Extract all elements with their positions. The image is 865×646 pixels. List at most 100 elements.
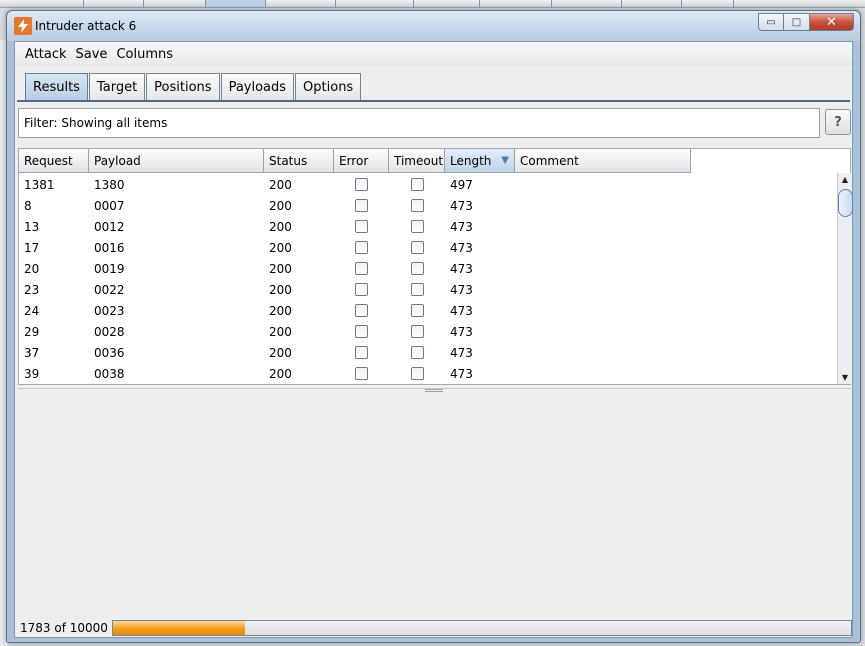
- cell-comment: [515, 174, 691, 195]
- cell-payload: 0036: [94, 345, 125, 360]
- tab-positions[interactable]: Positions: [146, 73, 220, 100]
- scroll-up-arrow-icon[interactable]: ▲: [838, 173, 852, 186]
- column-label: Payload: [94, 153, 141, 168]
- attack-progress-bar: [112, 620, 852, 636]
- cell-error: [334, 321, 389, 342]
- table-row[interactable]: 23 0022 200 473: [19, 279, 691, 300]
- cell-error: [334, 237, 389, 258]
- cell-payload: 0023: [94, 303, 125, 318]
- error-checkbox[interactable]: [355, 304, 368, 317]
- maximize-icon: □: [791, 16, 802, 28]
- scrollbar-thumb[interactable]: [838, 189, 853, 217]
- minimize-button[interactable]: ▭: [758, 13, 784, 31]
- timeout-checkbox[interactable]: [410, 220, 424, 233]
- column-header-request[interactable]: Request: [19, 149, 89, 173]
- table-row[interactable]: 37 0036 200 473: [19, 342, 691, 363]
- timeout-checkbox[interactable]: [410, 199, 424, 212]
- table-row[interactable]: 8 0007 200 473: [19, 195, 691, 216]
- vertical-scrollbar[interactable]: ▲ ▼: [837, 173, 853, 384]
- table-row[interactable]: 39 0038 200 473: [19, 363, 691, 384]
- tab-results[interactable]: Results: [25, 73, 88, 100]
- timeout-checkbox[interactable]: [410, 178, 424, 191]
- cell-timeout: [389, 174, 445, 195]
- cell-error: [334, 174, 389, 195]
- tab-label: Results: [33, 79, 80, 95]
- filter-bar[interactable]: Filter: Showing all items: [18, 108, 820, 138]
- error-checkbox[interactable]: [355, 367, 368, 380]
- progress-fill: [113, 621, 245, 635]
- background-tab: [414, 0, 480, 7]
- cell-request: 29: [24, 324, 40, 339]
- cell-comment: [515, 237, 691, 258]
- timeout-checkbox[interactable]: [410, 241, 424, 254]
- cell-timeout: [389, 279, 445, 300]
- cell-request: 24: [24, 303, 40, 318]
- column-header-payload[interactable]: Payload: [89, 149, 264, 173]
- timeout-checkbox[interactable]: [410, 304, 424, 317]
- error-checkbox[interactable]: [355, 346, 368, 359]
- table-row[interactable]: 20 0019 200 473: [19, 258, 691, 279]
- timeout-checkbox[interactable]: [410, 283, 424, 296]
- cell-request: 1381: [24, 177, 55, 192]
- column-header-length[interactable]: Length ▼: [445, 149, 515, 173]
- title-bar[interactable]: Intruder attack 6 ▭ □ ✕: [7, 11, 860, 41]
- tab-payloads[interactable]: Payloads: [220, 73, 295, 100]
- burp-lightning-icon: [14, 17, 32, 35]
- error-checkbox[interactable]: [355, 199, 368, 212]
- error-checkbox[interactable]: [355, 241, 368, 254]
- background-tab: [144, 0, 206, 7]
- help-button[interactable]: ?: [825, 109, 851, 135]
- timeout-checkbox[interactable]: [410, 262, 424, 275]
- table-row[interactable]: 24 0023 200 473: [19, 300, 691, 321]
- request-count: 1783 of 10000: [20, 621, 108, 635]
- table-row[interactable]: 1381 1380 200 497: [19, 174, 691, 195]
- maximize-button[interactable]: □: [784, 13, 810, 31]
- cell-length: 473: [450, 240, 473, 255]
- table-row[interactable]: 29 0028 200 473: [19, 321, 691, 342]
- cell-length: 473: [450, 219, 473, 234]
- column-header-error[interactable]: Error: [334, 149, 389, 173]
- timeout-checkbox[interactable]: [410, 346, 424, 359]
- cell-payload: 0019: [94, 261, 125, 276]
- background-tab: [622, 0, 682, 7]
- column-label: Request: [24, 153, 73, 168]
- timeout-checkbox[interactable]: [410, 367, 424, 380]
- column-header-status[interactable]: Status: [264, 149, 334, 173]
- filter-text: Filter: Showing all items: [24, 116, 168, 130]
- column-header-timeout[interactable]: Timeout: [389, 149, 445, 173]
- cell-timeout: [389, 342, 445, 363]
- pane-splitter[interactable]: [18, 388, 851, 393]
- table-header: Request Payload Status Error Timeout Len…: [19, 149, 691, 173]
- cell-length: 473: [450, 345, 473, 360]
- cell-status: 200: [269, 177, 292, 192]
- tab-target[interactable]: Target: [88, 73, 146, 100]
- tab-options[interactable]: Options: [295, 73, 362, 100]
- cell-status: 200: [269, 366, 292, 381]
- menu-save[interactable]: Save: [76, 47, 108, 62]
- cell-status: 200: [269, 345, 292, 360]
- error-checkbox[interactable]: [355, 283, 368, 296]
- menu-columns[interactable]: Columns: [116, 47, 173, 62]
- cell-length: 473: [450, 303, 473, 318]
- cell-timeout: [389, 300, 445, 321]
- menu-attack[interactable]: Attack: [25, 47, 67, 62]
- cell-status: 200: [269, 282, 292, 297]
- column-label: Status: [269, 153, 308, 168]
- cell-status: 200: [269, 240, 292, 255]
- timeout-checkbox[interactable]: [410, 325, 424, 338]
- window-client-area: Attack Save Columns Results Target Posit…: [14, 41, 853, 638]
- minimize-icon: ▭: [766, 16, 776, 28]
- cell-status: 200: [269, 324, 292, 339]
- error-checkbox[interactable]: [355, 220, 368, 233]
- column-header-comment[interactable]: Comment: [515, 149, 691, 173]
- close-button[interactable]: ✕: [810, 13, 854, 31]
- table-row[interactable]: 13 0012 200 473: [19, 216, 691, 237]
- table-row[interactable]: 17 0016 200 473: [19, 237, 691, 258]
- scroll-down-arrow-icon[interactable]: ▼: [838, 371, 852, 384]
- error-checkbox[interactable]: [355, 262, 368, 275]
- error-checkbox[interactable]: [355, 178, 368, 191]
- tab-label: Options: [303, 79, 354, 95]
- error-checkbox[interactable]: [355, 325, 368, 338]
- splitter-grip-icon[interactable]: [425, 389, 443, 392]
- cell-error: [334, 342, 389, 363]
